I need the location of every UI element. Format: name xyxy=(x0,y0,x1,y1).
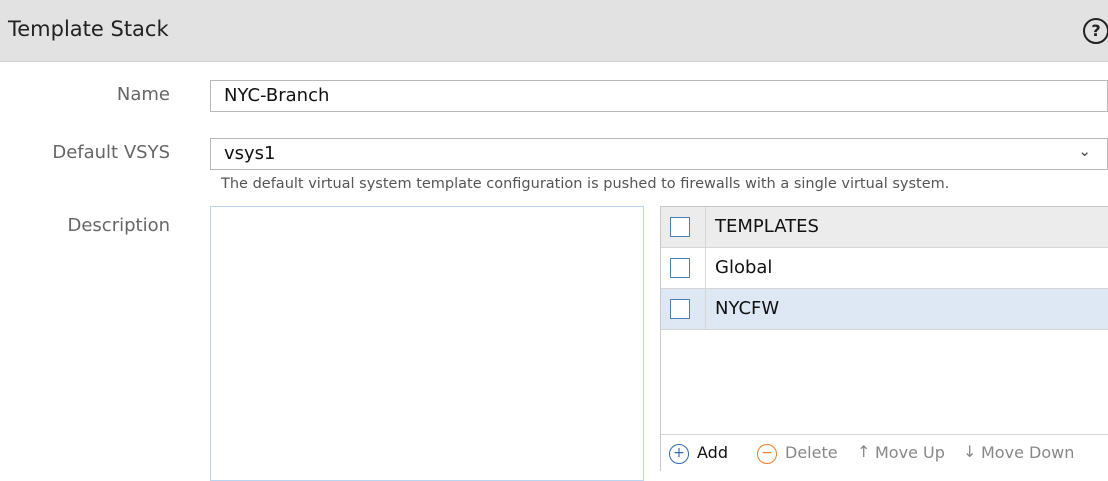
move-up-label: Move Up xyxy=(875,443,945,462)
move-down-label: Move Down xyxy=(981,443,1075,462)
dialog-title: Template Stack xyxy=(8,17,169,41)
table-row[interactable]: Global xyxy=(661,248,1108,289)
default-vsys-help-text: The default virtual system template conf… xyxy=(221,176,950,192)
description-textarea[interactable] xyxy=(210,206,644,481)
delete-button[interactable]: − Delete xyxy=(757,442,841,466)
move-down-button[interactable]: ↓ Move Down xyxy=(963,442,1093,466)
add-button[interactable]: + Add xyxy=(669,442,739,466)
arrow-up-icon: ↑ xyxy=(857,442,871,461)
grid-header-row: TEMPLATES xyxy=(661,207,1108,248)
select-all-cell xyxy=(661,207,706,247)
template-name: NYCFW xyxy=(715,298,780,319)
minus-circle-icon: − xyxy=(757,444,777,464)
default-vsys-select[interactable]: vsys1 ⌄ xyxy=(210,138,1108,170)
delete-label: Delete xyxy=(785,443,838,462)
name-input[interactable]: NYC-Branch xyxy=(210,80,1108,112)
move-up-button[interactable]: ↑ Move Up xyxy=(857,442,952,466)
column-header-templates[interactable]: TEMPLATES xyxy=(715,216,819,237)
help-icon[interactable]: ? xyxy=(1083,18,1108,44)
add-label: Add xyxy=(697,443,728,462)
arrow-down-icon: ↓ xyxy=(963,442,977,461)
templates-grid: TEMPLATES Global NYCFW + Add − Delete ↑ … xyxy=(660,206,1108,472)
template-name: Global xyxy=(715,257,773,278)
row-checkbox[interactable] xyxy=(670,258,690,278)
plus-circle-icon: + xyxy=(669,444,689,464)
select-all-checkbox[interactable] xyxy=(670,217,690,237)
table-row[interactable]: NYCFW xyxy=(661,289,1108,330)
default-vsys-label: Default VSYS xyxy=(52,142,170,163)
dialog-header: Template Stack ? xyxy=(0,0,1108,62)
row-checkbox-cell xyxy=(661,248,706,288)
description-label: Description xyxy=(67,215,170,236)
grid-toolbar: + Add − Delete ↑ Move Up ↓ Move Down xyxy=(661,434,1108,472)
row-checkbox[interactable] xyxy=(670,299,690,319)
default-vsys-value: vsys1 xyxy=(224,143,276,164)
chevron-down-icon: ⌄ xyxy=(1078,142,1091,160)
name-label: Name xyxy=(116,84,170,105)
row-checkbox-cell xyxy=(661,289,706,329)
